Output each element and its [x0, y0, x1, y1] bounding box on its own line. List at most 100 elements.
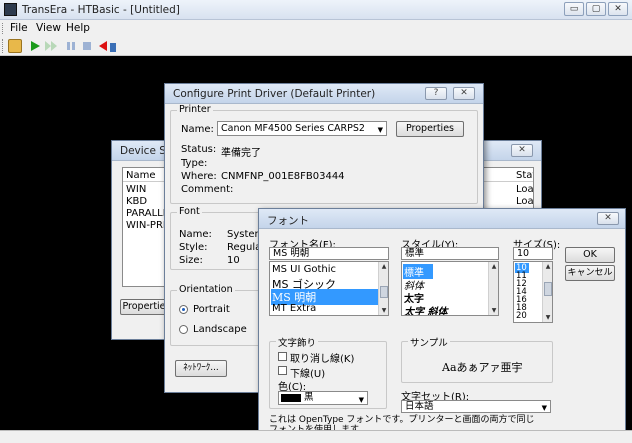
printer-comment-label: Comment:	[181, 184, 234, 195]
printer-name-value: Canon MF4500 Series CARPS2	[221, 123, 365, 134]
printer-status-label: Status:	[181, 144, 217, 155]
font-name-list[interactable]: MS UI Gothic MS ゴシック MS 明朝 MT Extra ▲ ▼	[269, 261, 389, 316]
maximize-button[interactable]: ▢	[586, 2, 606, 16]
size-list[interactable]: 10 11 12 14 16 18 20 ▲ ▼	[513, 261, 553, 323]
scroll-thumb[interactable]	[544, 282, 552, 296]
app-titlebar: TransEra - HTBasic - [Untitled] ▭ ▢ ✕	[0, 0, 632, 20]
sample-group: サンプル Aaあぁアァ亜宇	[401, 335, 553, 383]
minimize-button[interactable]: ▭	[564, 2, 584, 16]
size-input[interactable]: 10	[513, 247, 553, 260]
menu-bar: File View Help	[0, 20, 632, 36]
print-driver-close-button[interactable]: ✕	[453, 87, 475, 100]
color-swatch	[281, 393, 301, 402]
toolbar-grip	[2, 39, 4, 53]
list-item[interactable]: 20	[516, 311, 527, 321]
portrait-label[interactable]: Portrait	[193, 304, 230, 315]
scroll-up-icon[interactable]: ▲	[543, 262, 552, 271]
color-select[interactable]: 黒 ▼	[278, 391, 368, 405]
style-list[interactable]: 標準 斜体 太字 太字 斜体 ▲ ▼	[401, 261, 499, 316]
orientation-group: Orientation Portrait Landscape	[170, 284, 270, 346]
font-list-scrollbar[interactable]: ▲ ▼	[378, 262, 388, 315]
run-icon[interactable]	[28, 39, 42, 53]
list-item[interactable]: MS UI Gothic	[272, 264, 336, 275]
app-title: TransEra - HTBasic - [Untitled]	[22, 4, 180, 16]
open-folder-icon[interactable]	[8, 39, 22, 53]
portrait-radio[interactable]	[179, 305, 188, 314]
close-button[interactable]: ✕	[608, 2, 628, 16]
charset-select[interactable]: 日本語 ▼	[401, 400, 551, 413]
font-style-label: Style:	[179, 242, 208, 253]
font-group-label: Font	[177, 206, 202, 217]
column-header-status[interactable]: Status	[516, 170, 533, 181]
printer-status-value: 準備完了	[221, 148, 261, 159]
cancel-button[interactable]: キャンセル	[565, 265, 615, 281]
printer-group: Printer Name: Canon MF4500 Series CARPS2…	[170, 104, 478, 204]
app-icon	[4, 3, 17, 16]
font-name-label: Name:	[179, 229, 212, 240]
pause-icon[interactable]	[64, 39, 78, 53]
column-header-name[interactable]: Name	[126, 170, 156, 181]
font-dialog-titlebar: フォント ✕	[259, 209, 625, 229]
device-name: KBD	[126, 196, 148, 207]
device-status: Loaded	[516, 196, 534, 207]
printer-name-select[interactable]: Canon MF4500 Series CARPS2 ▼	[217, 121, 387, 136]
font-name-input[interactable]: MS 明朝	[269, 247, 389, 260]
printer-properties-button[interactable]: Properties	[396, 121, 464, 137]
device-name: PARALLE	[126, 208, 170, 219]
effects-group: 文字飾り 取り消し線(K) 下線(U) 色(C): 黒 ▼	[269, 335, 387, 409]
scroll-up-icon[interactable]: ▲	[379, 262, 388, 271]
landscape-radio[interactable]	[179, 325, 188, 334]
list-item[interactable]: MT Extra	[272, 303, 316, 314]
size-list-scrollbar[interactable]: ▲ ▼	[542, 262, 552, 322]
stop-icon[interactable]	[80, 39, 94, 53]
menu-file[interactable]: File	[10, 22, 28, 34]
device-name: WIN	[126, 184, 147, 195]
ok-button[interactable]: OK	[565, 247, 615, 263]
charset-value: 日本語	[405, 401, 434, 412]
font-dialog-close-button[interactable]: ✕	[597, 212, 619, 225]
orientation-group-label: Orientation	[177, 284, 235, 295]
status-bar	[0, 430, 632, 443]
printer-group-label: Printer	[177, 104, 213, 115]
device-setup-close-button[interactable]: ✕	[511, 144, 533, 157]
continue-icon[interactable]	[44, 39, 58, 53]
font-group: Font Name: System Style: Regular Size: 1…	[170, 206, 270, 270]
window-controls: ▭ ▢ ✕	[562, 2, 628, 18]
scroll-up-icon[interactable]: ▲	[489, 262, 498, 271]
device-status: Loaded	[516, 184, 534, 195]
printer-name-label: Name:	[181, 124, 214, 135]
print-driver-titlebar: Configure Print Driver (Default Printer)…	[165, 84, 483, 104]
sample-group-label: サンプル	[408, 335, 450, 349]
printer-where-value: CNMFNP_001E8FB03444	[221, 171, 345, 182]
step-back-icon[interactable]	[96, 39, 110, 53]
toolbar	[0, 36, 632, 56]
color-value: 黒	[304, 392, 314, 403]
scroll-down-icon[interactable]: ▼	[489, 306, 498, 315]
style-input[interactable]: 標準	[401, 247, 499, 260]
network-button[interactable]: ﾈｯﾄﾜｰｸ...	[175, 360, 227, 377]
font-size-value: 10	[227, 255, 240, 266]
landscape-label[interactable]: Landscape	[193, 324, 247, 335]
print-driver-title: Configure Print Driver (Default Printer)	[173, 88, 376, 100]
printer-where-label: Where:	[181, 171, 217, 182]
font-dialog-title: フォント	[267, 215, 309, 227]
sample-text: Aaあぁアァ亜宇	[442, 361, 523, 374]
font-dialog: フォント ✕ フォント名(F): MS 明朝 MS UI Gothic MS ゴ…	[258, 208, 626, 440]
chevron-down-icon: ▼	[377, 126, 383, 134]
scroll-down-icon[interactable]: ▼	[379, 306, 388, 315]
device-properties-button[interactable]: Propertie	[120, 299, 168, 315]
scroll-down-icon[interactable]: ▼	[543, 313, 552, 322]
style-list-scrollbar[interactable]: ▲ ▼	[488, 262, 498, 315]
strikeout-checkbox[interactable]	[278, 352, 287, 361]
font-size-label: Size:	[179, 255, 203, 266]
printer-type-label: Type:	[181, 158, 208, 169]
underline-checkbox[interactable]	[278, 366, 287, 375]
effects-group-label: 文字飾り	[276, 335, 319, 349]
scroll-thumb[interactable]	[380, 286, 388, 298]
menu-help[interactable]: Help	[66, 22, 90, 34]
help-button[interactable]: ?	[425, 87, 447, 100]
strikeout-label[interactable]: 取り消し線(K)	[290, 350, 354, 365]
menu-view[interactable]: View	[36, 22, 61, 34]
toolbar-overflow-icon[interactable]	[110, 39, 116, 53]
list-item[interactable]: 太字 斜体	[404, 303, 447, 315]
